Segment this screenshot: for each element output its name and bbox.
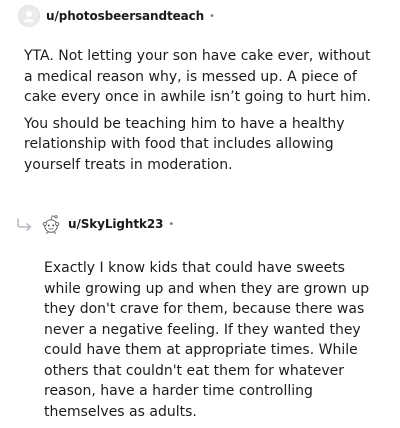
separator-dot: • [168, 218, 175, 230]
comment-top-level: u/photosbeersandteach • YTA. Not letting… [0, 4, 400, 181]
comment-paragraph: YTA. Not letting your son have cake ever… [24, 48, 371, 105]
comment-paragraph: Exactly I know kids that could have swee… [44, 260, 370, 420]
comment-header: u/SkyLightk23 • [0, 212, 400, 236]
comment-author[interactable]: u/photosbeersandteach [46, 9, 204, 23]
comment-author[interactable]: u/SkyLightk23 [68, 217, 163, 231]
comment-paragraph: You should be teaching him to have a hea… [24, 115, 345, 173]
comment-reply: u/SkyLightk23 • Exactly I know kids that… [0, 212, 400, 428]
default-avatar-icon[interactable] [18, 5, 40, 27]
separator-dot: • [209, 10, 216, 22]
comment-body: Exactly I know kids that could have swee… [44, 258, 382, 422]
snoo-avatar-icon[interactable] [40, 213, 62, 235]
comment-header: u/photosbeersandteach • [18, 4, 400, 28]
reply-arrow-icon [17, 218, 32, 231]
comment-body: YTA. Not letting your son have cake ever… [24, 46, 382, 175]
